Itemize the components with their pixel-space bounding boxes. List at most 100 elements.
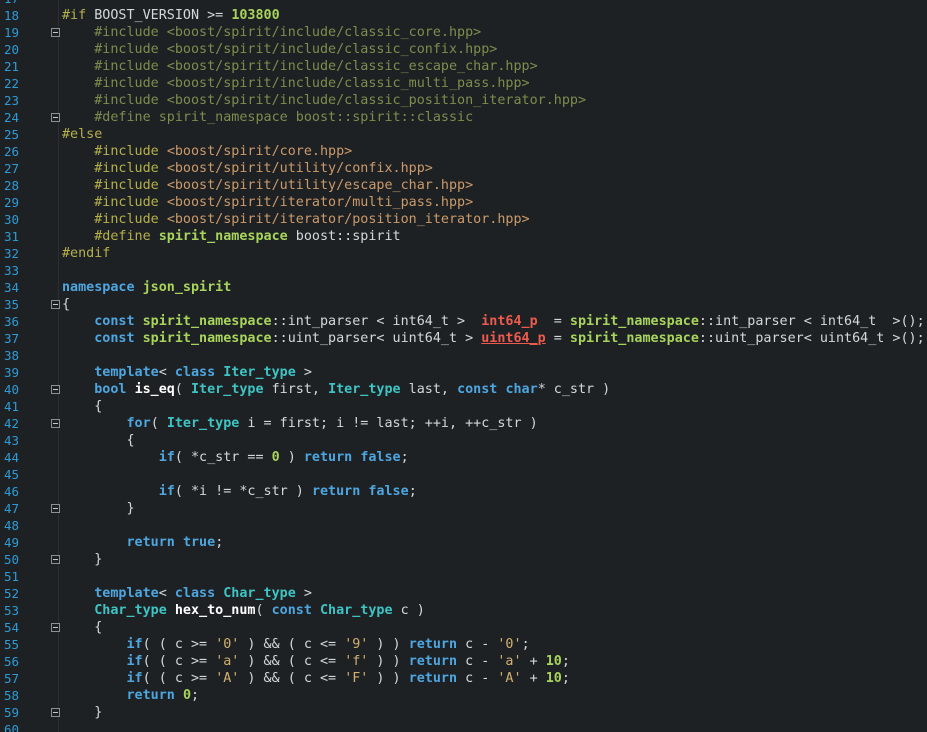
code-line[interactable]: { bbox=[62, 432, 134, 449]
namespace-token: spirit_namespace bbox=[158, 229, 288, 244]
preprocessor-token: #if bbox=[62, 8, 95, 23]
code-token: ; bbox=[561, 671, 570, 686]
code-line[interactable]: if( *i != *c_str ) return false; bbox=[62, 483, 417, 500]
code-editor[interactable]: 1718 19 20 21 22 23 24 25 26 27 28 29 30 31 32 33 34 35 36… bbox=[0, 0, 927, 732]
code-line[interactable]: const spirit_namespace::uint_parser< uin… bbox=[62, 330, 925, 347]
keyword-token: return bbox=[408, 637, 466, 652]
include-path-token: <boost/spirit/iterator/multi_pass.hpp> bbox=[166, 195, 474, 210]
code-token: ; bbox=[408, 484, 417, 499]
code-token: ( bbox=[174, 382, 191, 397]
line-number: 34 bbox=[4, 280, 20, 295]
code-token: { bbox=[62, 620, 103, 635]
code-area[interactable]: #if BOOST_VERSION >= 103800 #include <bo… bbox=[62, 0, 927, 732]
code-token: i = first; i != last; ++i, ++c_str ) bbox=[239, 416, 538, 431]
keyword-token: const bbox=[271, 603, 320, 618]
code-line[interactable]: #include <boost/spirit/core.hpp> bbox=[62, 143, 352, 160]
fold-toggle-icon[interactable] bbox=[51, 300, 60, 309]
code-line[interactable]: if( ( c >= 'A' ) && ( c <= 'F' ) ) retur… bbox=[62, 670, 570, 687]
code-line[interactable]: #include <boost/spirit/iterator/multi_pa… bbox=[62, 194, 473, 211]
code-line[interactable]: #include <boost/spirit/utility/escape_ch… bbox=[62, 177, 473, 194]
code-line[interactable]: } bbox=[62, 500, 135, 517]
line-number: 17 bbox=[4, 0, 26, 7]
code-line[interactable]: #endif bbox=[62, 245, 110, 262]
fold-toggle-icon[interactable] bbox=[51, 623, 60, 632]
line-number: 52 bbox=[4, 586, 20, 601]
include-path-token: <boost/spirit/core.hpp> bbox=[166, 144, 353, 159]
code-token: ( bbox=[255, 603, 272, 618]
code-line[interactable]: { bbox=[62, 619, 102, 636]
code-line[interactable]: #include <boost/spirit/utility/confix.hp… bbox=[62, 160, 433, 177]
code-line[interactable]: bool is_eq( Iter_type first, Iter_type l… bbox=[62, 381, 610, 398]
code-line[interactable]: return 0; bbox=[62, 687, 200, 704]
code-token: ::int_parser < int64_t >(); bbox=[698, 314, 925, 329]
fold-toggle-icon[interactable] bbox=[51, 555, 60, 564]
line-number: 37 bbox=[4, 331, 20, 346]
preprocessor-token: #include bbox=[62, 161, 167, 176]
preprocessor-token: #include bbox=[62, 178, 167, 193]
code-token: c ) bbox=[392, 603, 425, 618]
code-line[interactable]: if( *c_str == 0 ) return false; bbox=[62, 449, 409, 466]
keyword-token: class bbox=[174, 586, 224, 601]
code-line[interactable]: #include <boost/spirit/iterator/position… bbox=[62, 211, 529, 228]
fold-toggle-icon[interactable] bbox=[51, 113, 60, 122]
code-line[interactable]: #define spirit_namespace boost::spirit bbox=[62, 228, 400, 245]
type-token: Iter_type bbox=[191, 382, 264, 397]
keyword-token: if bbox=[158, 484, 175, 499]
fold-toggle-icon[interactable] bbox=[51, 419, 60, 428]
code-token: = bbox=[545, 331, 570, 346]
fold-toggle-icon[interactable] bbox=[51, 385, 60, 394]
preprocessor-token: #define bbox=[62, 229, 159, 244]
code-line[interactable]: if( ( c >= 'a' ) && ( c <= 'f' ) ) retur… bbox=[62, 653, 570, 670]
code-line[interactable]: return true; bbox=[62, 534, 224, 551]
function-name: is_eq bbox=[134, 382, 175, 397]
code-line[interactable]: template< class Char_type > bbox=[62, 585, 312, 602]
line-number: 19 bbox=[4, 25, 20, 40]
code-token: } bbox=[62, 552, 103, 567]
code-token: ::uint_parser< uint64_t >(); bbox=[698, 331, 925, 346]
code-token: ( ( c >= bbox=[142, 671, 216, 686]
line-number: 39 bbox=[4, 365, 20, 380]
code-token: last, bbox=[400, 382, 458, 397]
line-number: 18 bbox=[4, 8, 20, 23]
code-line[interactable]: #include <boost/spirit/include/classic_c… bbox=[62, 24, 481, 41]
preprocessor-token: #endif bbox=[62, 246, 111, 261]
code-line[interactable]: Char_type hex_to_num( const Char_type c … bbox=[62, 602, 425, 619]
code-token: { bbox=[62, 297, 71, 312]
code-line[interactable]: { bbox=[62, 398, 102, 415]
code-line[interactable]: const spirit_namespace::int_parser < int… bbox=[62, 313, 925, 330]
type-token: Char_type bbox=[94, 603, 167, 618]
line-number: 28 bbox=[4, 178, 20, 193]
code-line[interactable]: #include <boost/spirit/include/classic_p… bbox=[62, 92, 586, 109]
code-token: > bbox=[295, 365, 312, 380]
code-line[interactable]: for( Iter_type i = first; i != last; ++i… bbox=[62, 415, 538, 432]
code-line[interactable]: } bbox=[62, 551, 102, 568]
code-line[interactable]: if( ( c >= '0' ) && ( c <= '9' ) ) retur… bbox=[62, 636, 530, 653]
code-line[interactable]: #include <boost/spirit/include/classic_m… bbox=[62, 75, 529, 92]
code-line[interactable]: #define spirit_namespace boost::spirit::… bbox=[62, 109, 473, 126]
code-token: } bbox=[62, 501, 135, 516]
code-token: c - bbox=[465, 671, 498, 686]
preprocessor-token: #else bbox=[62, 127, 103, 142]
code-line[interactable]: template< class Iter_type > bbox=[62, 364, 312, 381]
code-line[interactable]: } bbox=[62, 704, 102, 721]
code-line[interactable]: #if BOOST_VERSION >= 103800 bbox=[62, 7, 280, 24]
code-line[interactable]: #include <boost/spirit/include/classic_c… bbox=[62, 41, 497, 58]
string-literal: 'f' bbox=[344, 654, 369, 669]
keyword-token: template bbox=[94, 365, 159, 380]
variable-name: uint64_p bbox=[481, 331, 546, 346]
line-number: 60 bbox=[4, 722, 20, 732]
code-line[interactable]: { bbox=[62, 296, 70, 313]
code-line[interactable]: #else bbox=[62, 126, 102, 143]
code-line[interactable]: #include <boost/spirit/include/classic_e… bbox=[62, 58, 537, 75]
code-line[interactable]: namespace json_spirit bbox=[62, 279, 231, 296]
line-number: 26 bbox=[4, 144, 20, 159]
fold-toggle-icon[interactable] bbox=[51, 708, 60, 717]
line-number-gutter: 1718 19 20 21 22 23 24 25 26 27 28 29 30 31 32 33 34 35 36… bbox=[0, 0, 60, 732]
fold-toggle-icon[interactable] bbox=[51, 504, 60, 513]
fold-toggle-icon[interactable] bbox=[51, 28, 60, 37]
keyword-token: if bbox=[126, 637, 143, 652]
line-number: 49 bbox=[4, 535, 20, 550]
